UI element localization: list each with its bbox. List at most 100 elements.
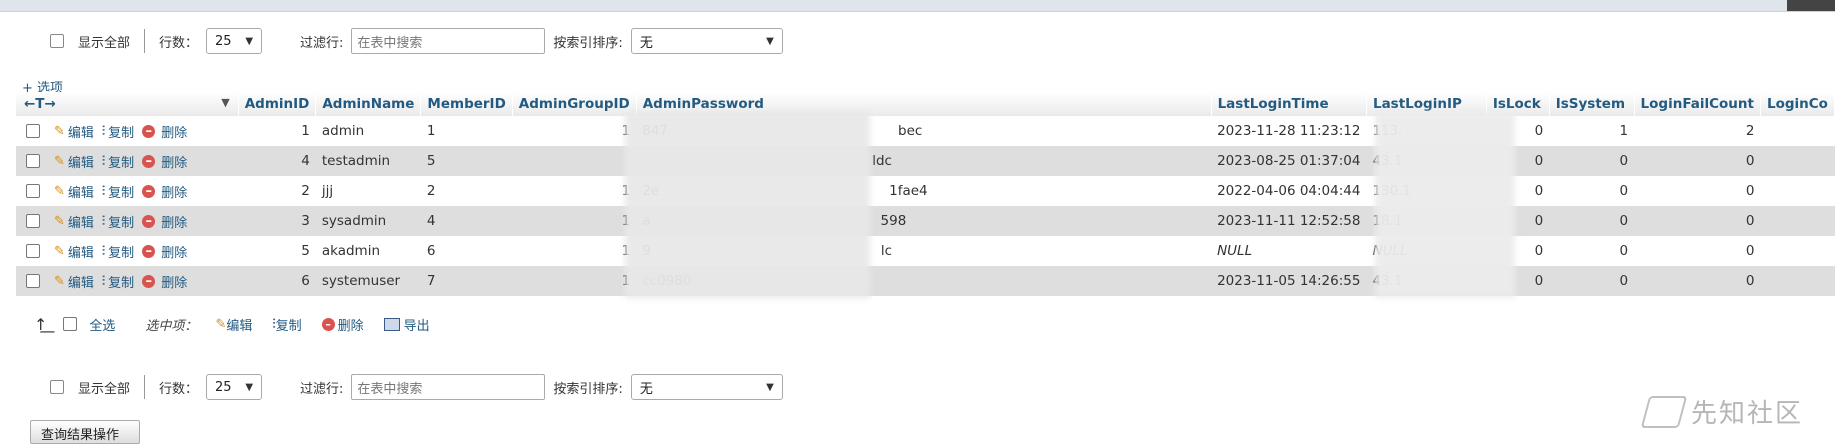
cell-memberid: 5 bbox=[420, 146, 513, 176]
bulk-delete-button[interactable]: – 删除 bbox=[321, 315, 364, 334]
bulk-copy-button[interactable]: ⫶ 复制 bbox=[272, 315, 301, 334]
copy-icon: ⫶ bbox=[101, 273, 106, 289]
copy-label: 复制 bbox=[108, 215, 135, 231]
top-right-edge bbox=[1787, 0, 1835, 11]
delete-icon: – bbox=[142, 274, 156, 288]
redaction-blur bbox=[1375, 112, 1515, 298]
delete-icon: – bbox=[142, 154, 156, 168]
column-arrows-header[interactable]: ←T→ ▼ bbox=[16, 92, 239, 116]
copy-label: 复制 bbox=[108, 185, 135, 201]
cell-adminname: sysadmin bbox=[315, 206, 421, 236]
cell-loginco bbox=[1760, 236, 1835, 266]
col-loginfailcount[interactable]: LoginFailCount bbox=[1634, 92, 1761, 116]
row-delete-button[interactable]: – 删除 bbox=[142, 272, 187, 291]
pencil-icon: ✎ bbox=[54, 273, 65, 289]
row-checkbox[interactable] bbox=[26, 123, 40, 138]
row-edit-button[interactable]: ✎ 编辑 bbox=[54, 152, 94, 171]
cell-loginfailcount: 0 bbox=[1634, 266, 1761, 296]
cell-adminid: 3 bbox=[238, 206, 316, 236]
cell-loginco bbox=[1760, 116, 1835, 146]
cell-memberid: 6 bbox=[420, 236, 513, 266]
cell-loginfailcount: 0 bbox=[1634, 236, 1761, 266]
filter-label: 过滤行: bbox=[300, 381, 344, 397]
row-copy-button[interactable]: ⫶ 复制 bbox=[102, 242, 134, 261]
row-edit-button[interactable]: ✎ 编辑 bbox=[54, 122, 94, 141]
col-adminname[interactable]: AdminName bbox=[315, 92, 422, 116]
chevron-down-icon: ▼ bbox=[766, 381, 774, 393]
copy-icon: ⫶ bbox=[101, 123, 106, 139]
row-delete-button[interactable]: – 删除 bbox=[142, 212, 187, 231]
copy-label: 复制 bbox=[108, 245, 135, 261]
row-copy-button[interactable]: ⫶ 复制 bbox=[102, 272, 134, 291]
query-results-operations-button[interactable]: 查询结果操作 bbox=[30, 420, 140, 444]
row-copy-button[interactable]: ⫶ 复制 bbox=[102, 122, 134, 141]
cell-admingroupid: 1 bbox=[512, 176, 637, 206]
bulk-export-button[interactable]: 导出 bbox=[383, 315, 430, 334]
row-edit-button[interactable]: ✎ 编辑 bbox=[54, 272, 94, 291]
row-actions-cell: ✎ 编辑 ⫶ 复制 – 删除 bbox=[16, 266, 239, 296]
col-memberid[interactable]: MemberID bbox=[420, 92, 513, 116]
password-end: lc bbox=[880, 243, 893, 259]
row-copy-button[interactable]: ⫶ 复制 bbox=[102, 152, 134, 171]
row-edit-button[interactable]: ✎ 编辑 bbox=[54, 242, 94, 261]
col-issystem[interactable]: IsSystem bbox=[1549, 92, 1635, 116]
sort-select-value: 无 bbox=[639, 381, 653, 397]
cell-issystem: 0 bbox=[1549, 206, 1635, 236]
bulk-edit-button[interactable]: ✎ 编辑 bbox=[215, 315, 252, 334]
row-copy-button[interactable]: ⫶ 复制 bbox=[102, 182, 134, 201]
select-all-label[interactable]: 全选 bbox=[89, 315, 115, 334]
pencil-icon: ✎ bbox=[54, 123, 65, 139]
row-delete-button[interactable]: – 删除 bbox=[142, 182, 187, 201]
export-icon bbox=[383, 317, 400, 331]
pencil-icon: ✎ bbox=[54, 183, 65, 199]
row-edit-button[interactable]: ✎ 编辑 bbox=[54, 182, 94, 201]
row-actions-cell: ✎ 编辑 ⫶ 复制 – 删除 bbox=[16, 176, 239, 206]
cell-lastlogintime: 2023-08-25 01:37:04 bbox=[1211, 146, 1367, 176]
select-all-checkbox[interactable] bbox=[63, 317, 78, 331]
row-checkbox[interactable] bbox=[26, 273, 40, 288]
show-all-checkbox[interactable] bbox=[50, 34, 64, 48]
delete-icon: – bbox=[321, 317, 335, 331]
rows-select[interactable]: 25 ▼ bbox=[206, 28, 263, 54]
col-admingroupid[interactable]: AdminGroupID bbox=[512, 92, 637, 116]
rows-label: 行数： bbox=[159, 381, 199, 397]
sort-by-index-select[interactable]: 无 ▼ bbox=[630, 28, 783, 54]
delete-icon: – bbox=[142, 124, 156, 138]
password-end: 1fae4 bbox=[889, 183, 928, 199]
row-delete-button[interactable]: – 删除 bbox=[142, 152, 187, 171]
edit-label: 编辑 bbox=[67, 245, 94, 261]
cell-issystem: 0 bbox=[1549, 236, 1635, 266]
row-checkbox[interactable] bbox=[26, 153, 40, 168]
cell-issystem: 1 bbox=[1549, 116, 1635, 146]
row-checkbox[interactable] bbox=[26, 213, 40, 228]
cell-adminname: akadmin bbox=[315, 236, 421, 266]
delete-label: 删除 bbox=[161, 245, 188, 261]
edit-label: 编辑 bbox=[67, 275, 94, 291]
row-edit-button[interactable]: ✎ 编辑 bbox=[54, 212, 94, 231]
row-checkbox[interactable] bbox=[26, 183, 40, 198]
cell-issystem: 0 bbox=[1549, 176, 1635, 206]
show-all-checkbox[interactable] bbox=[50, 380, 64, 394]
row-checkbox[interactable] bbox=[26, 243, 40, 258]
delete-label: 删除 bbox=[161, 125, 188, 141]
col-loginco[interactable]: LoginCo bbox=[1760, 92, 1835, 116]
rows-select[interactable]: 25 ▼ bbox=[206, 374, 263, 400]
top-toolbar-strip bbox=[0, 0, 1835, 12]
bulk-export-label: 导出 bbox=[403, 318, 430, 334]
filter-rows-input[interactable]: 在表中搜索 bbox=[351, 28, 546, 54]
password-end: 598 bbox=[880, 213, 907, 229]
sort-caret-icon[interactable]: ▼ bbox=[221, 96, 229, 109]
col-adminid[interactable]: AdminID bbox=[238, 92, 317, 116]
sort-by-index-select[interactable]: 无 ▼ bbox=[630, 374, 783, 400]
row-copy-button[interactable]: ⫶ 复制 bbox=[102, 212, 134, 231]
cell-admingroupid: 1 bbox=[512, 206, 637, 236]
row-delete-button[interactable]: – 删除 bbox=[142, 122, 187, 141]
filter-rows-input[interactable]: 在表中搜索 bbox=[351, 374, 546, 400]
bulk-actions-bar: ↑͟ 全选 选中项： ✎ 编辑 ⫶ 复制 – 删除 导出 bbox=[34, 312, 450, 336]
rows-select-value: 25 bbox=[215, 33, 232, 49]
cell-loginco bbox=[1760, 206, 1835, 236]
row-delete-button[interactable]: – 删除 bbox=[142, 242, 187, 261]
cell-lastlogintime: 2023-11-05 14:26:55 bbox=[1211, 266, 1367, 296]
col-lastlogintime[interactable]: LastLoginTime bbox=[1211, 92, 1367, 116]
cell-memberid: 7 bbox=[420, 266, 513, 296]
